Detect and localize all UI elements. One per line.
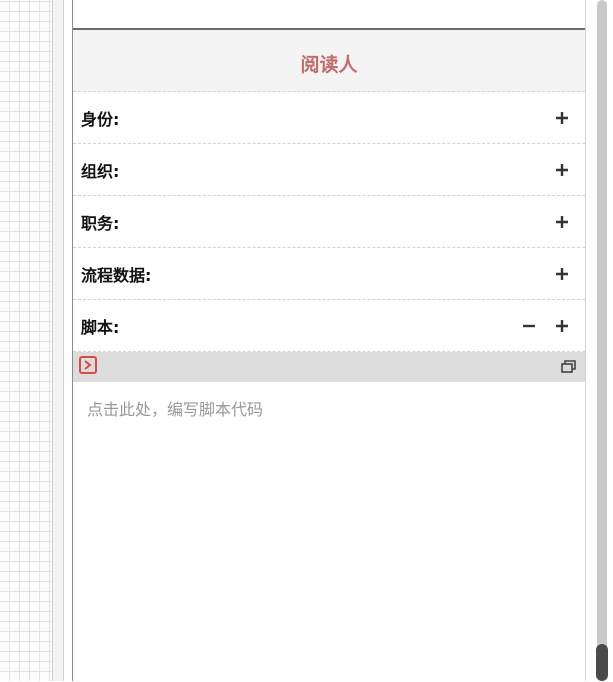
row-label-process-data: 流程数据: [81,265,152,285]
row-script: 脚本: [73,300,585,352]
row-process-data: 流程数据: [73,248,585,300]
panel-top-area [73,0,585,30]
scrollbar-rail[interactable] [597,0,607,681]
restore-window-icon[interactable] [561,358,577,377]
plus-icon [556,267,568,280]
add-process-data-button[interactable] [553,265,571,283]
row-label-organization: 组织: [81,161,120,181]
plus-icon [556,319,568,332]
scrollbar-thumb[interactable] [596,644,608,681]
plus-icon [556,111,568,124]
properties-panel: 阅读人 身份: 组织: 职务: 流程数据: 脚本: 点击此处，编写脚本代码 [72,0,586,682]
row-label-duty: 职务: [81,213,120,233]
canvas-grid-background [0,0,52,681]
section-title: 阅读人 [73,30,585,92]
plus-icon [556,215,568,228]
row-label-identity: 身份: [81,109,120,129]
remove-script-button[interactable] [520,317,538,335]
script-editor-toolbar [73,352,585,382]
add-script-button[interactable] [553,317,571,335]
add-duty-button[interactable] [553,213,571,231]
section-title-text: 阅读人 [300,54,358,76]
run-script-icon[interactable] [79,356,97,378]
add-identity-button[interactable] [553,109,571,127]
canvas-edge [52,0,64,681]
plus-icon [556,163,568,176]
script-editor-placeholder: 点击此处，编写脚本代码 [87,400,264,419]
minus-icon [523,324,535,327]
row-organization: 组织: [73,144,585,196]
row-identity: 身份: [73,92,585,144]
row-duty: 职务: [73,196,585,248]
script-editor[interactable]: 点击此处，编写脚本代码 [73,382,585,682]
row-label-script: 脚本: [81,317,120,337]
add-organization-button[interactable] [553,161,571,179]
